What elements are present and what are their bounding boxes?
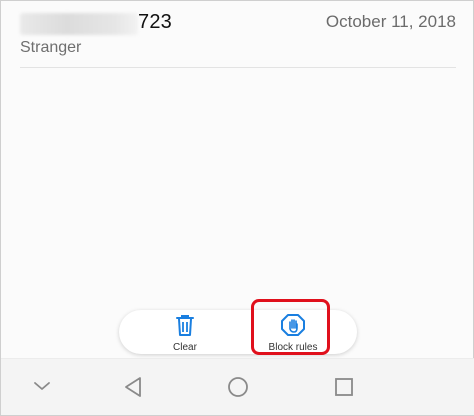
recents-square-icon: [334, 377, 354, 397]
nav-back-button[interactable]: [123, 376, 143, 398]
system-navigation-bar: [1, 358, 474, 415]
nav-collapse-button[interactable]: [33, 380, 51, 392]
phone-number-tail: 723: [138, 11, 172, 33]
call-date: October 11, 2018: [325, 12, 456, 31]
phone-number-row: 723 October 11, 2018: [20, 9, 456, 37]
list-divider: [20, 67, 456, 68]
nav-home-button[interactable]: [227, 376, 249, 398]
trash-icon: [174, 313, 196, 337]
redacted-number: [20, 13, 138, 35]
caller-label: Stranger: [20, 39, 82, 56]
back-triangle-icon: [123, 376, 143, 398]
screen-frame: 723 October 11, 2018 Stranger Clear Bloc…: [0, 0, 474, 416]
home-circle-icon: [227, 376, 249, 398]
clear-label: Clear: [173, 342, 197, 353]
chevron-down-icon: [33, 380, 51, 392]
call-log-entry[interactable]: 723 October 11, 2018 Stranger: [20, 9, 456, 57]
nav-recents-button[interactable]: [334, 377, 354, 397]
clear-button[interactable]: Clear: [135, 310, 235, 354]
highlight-annotation: [251, 299, 330, 355]
